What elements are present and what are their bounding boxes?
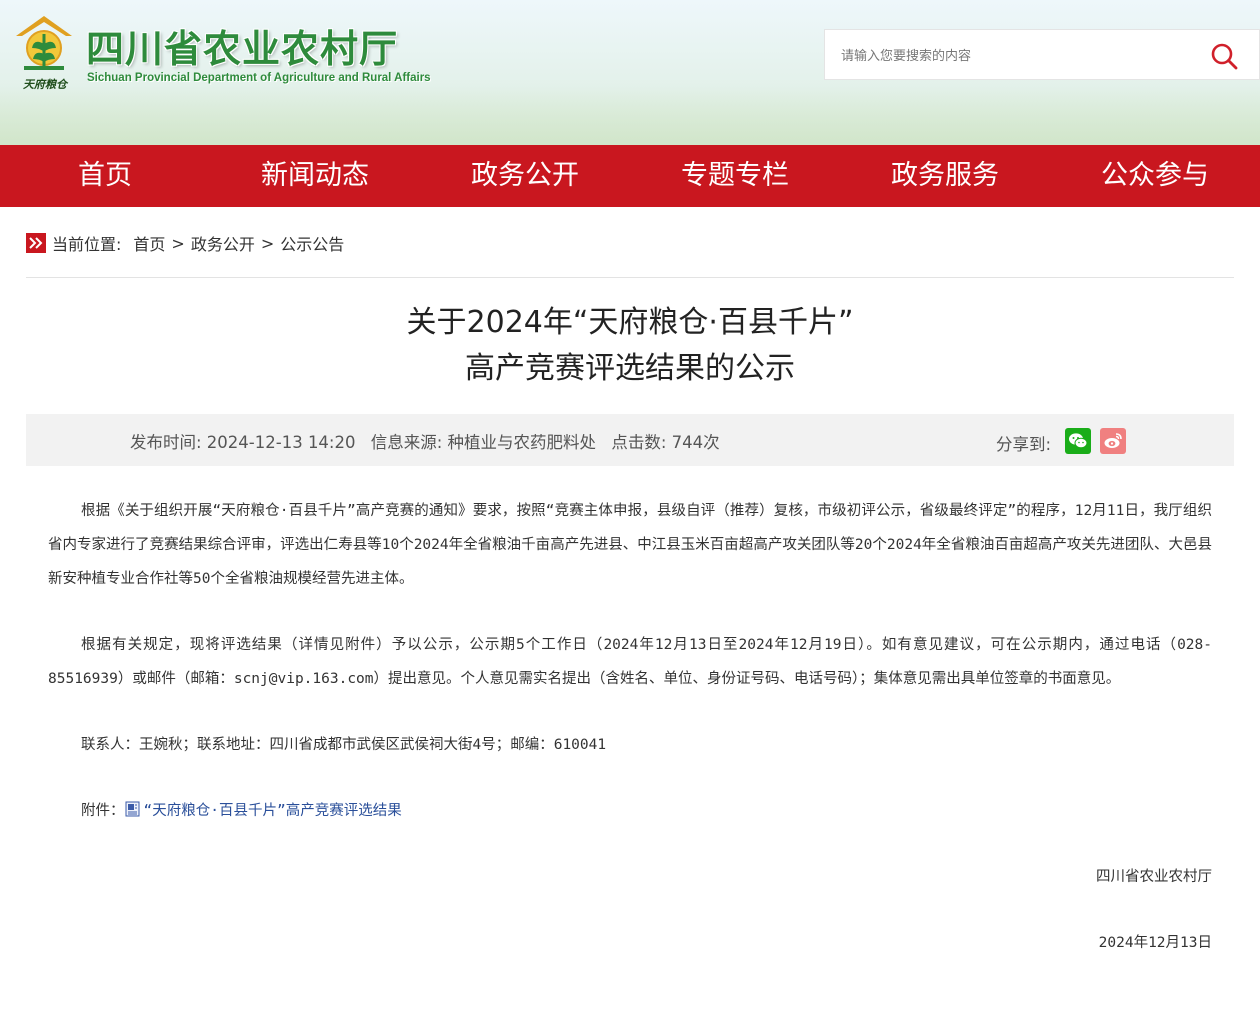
nav-item-services[interactable]: 政务服务 <box>840 145 1050 207</box>
breadcrumb-government-affairs[interactable]: 政务公开 <box>191 231 255 255</box>
site-title[interactable]: 四川省农业农村厅 <box>86 18 398 73</box>
article-content: 根据《关于组织开展“天府粮仓·百县千片”高产竞赛的通知》要求，按照“竞赛主体申报… <box>48 494 1212 960</box>
article-meta: 发布时间: 2024-12-13 14:20 信息来源: 种植业与农药肥料处 点… <box>130 429 730 453</box>
weibo-icon <box>1104 433 1122 448</box>
nav-item-public-participation[interactable]: 公众参与 <box>1050 145 1260 207</box>
share-label: 分享到: <box>996 435 1052 454</box>
nav-item-government-affairs[interactable]: 政务公开 <box>420 145 630 207</box>
main-nav: 首页 新闻动态 政务公开 专题专栏 政务服务 公众参与 <box>0 145 1260 207</box>
search-icon[interactable] <box>1209 41 1239 71</box>
info-source: 信息来源: 种植业与农药肥料处 <box>370 433 597 452</box>
nav-item-special-topics[interactable]: 专题专栏 <box>630 145 840 207</box>
word-document-icon <box>125 801 139 817</box>
attachment-label: 附件： <box>81 803 125 819</box>
double-chevron-right-icon <box>26 233 46 253</box>
nav-item-home[interactable]: 首页 <box>0 145 210 207</box>
article-title-line2: 高产竞赛评选结果的公示 <box>465 351 795 386</box>
signature: 四川省农业农村厅 <box>1096 869 1212 885</box>
attachment-line: 附件： “天府粮仓·百县千片”高产竞赛评选结果 <box>48 794 1212 828</box>
breadcrumb-announcements[interactable]: 公示公告 <box>280 231 344 255</box>
site-subtitle: Sichuan Provincial Department of Agricul… <box>87 72 431 84</box>
wechat-icon <box>1069 433 1088 449</box>
share-bar: 分享到: <box>996 427 1135 455</box>
breadcrumb-separator: > <box>171 233 185 253</box>
breadcrumb-home[interactable]: 首页 <box>133 231 165 255</box>
site-header: 天府粮仓 四川省农业农村厅 Sichuan Provincial Departm… <box>0 0 1260 145</box>
wechat-share-button[interactable] <box>1065 428 1092 454</box>
breadcrumb-separator: > <box>260 233 275 253</box>
publish-time: 发布时间: 2024-12-13 14:20 <box>130 433 356 452</box>
breadcrumb: 当前位置: 首页 > 政务公开 > 公示公告 <box>26 233 1234 278</box>
attachment-link[interactable]: “天府粮仓·百县千片”高产竞赛评选结果 <box>144 803 402 819</box>
article-title: 关于2024年“天府粮仓·百县千片” 高产竞赛评选结果的公示 <box>0 300 1260 392</box>
article-paragraph: 联系人：王婉秋；联系地址：四川省成都市武侯区武侯祠大街4号；邮编：610041 <box>81 737 607 753</box>
search-box <box>824 29 1260 80</box>
article-title-line1: 关于2024年“天府粮仓·百县千片” <box>406 305 854 340</box>
breadcrumb-label: 当前位置: <box>52 235 122 254</box>
article-meta-bar: 发布时间: 2024-12-13 14:20 信息来源: 种植业与农药肥料处 点… <box>26 414 1234 466</box>
article-paragraph: 根据《关于组织开展“天府粮仓·百县千片”高产竞赛的通知》要求，按照“竞赛主体申报… <box>48 503 1212 587</box>
logo-text: 天府粮仓 <box>23 78 67 91</box>
click-count: 点击数: 744次 <box>611 433 720 452</box>
weibo-share-button[interactable] <box>1100 428 1127 454</box>
article-paragraph: 根据有关规定，现将评选结果（详情见附件）予以公示，公示期5个工作日（2024年1… <box>48 637 1212 687</box>
search-input[interactable] <box>839 43 1203 69</box>
nav-item-news[interactable]: 新闻动态 <box>210 145 420 207</box>
signature-date: 2024年12月13日 <box>1098 935 1212 951</box>
